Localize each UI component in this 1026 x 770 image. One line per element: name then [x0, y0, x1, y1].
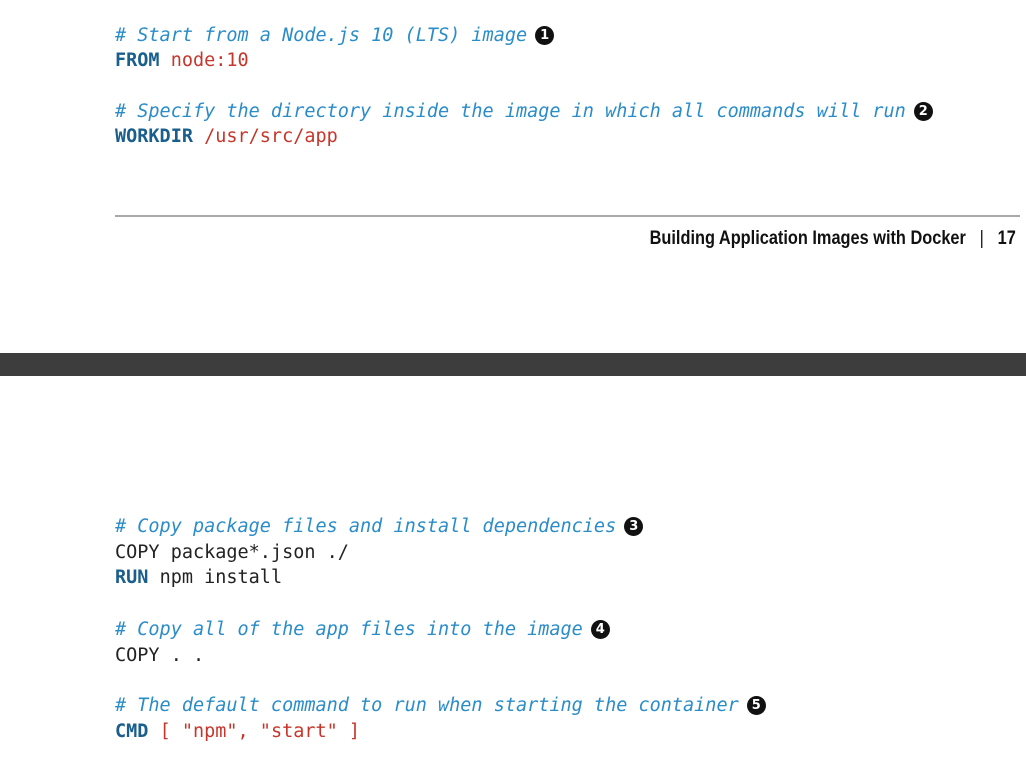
footer-title: Building Application Images with Docker — [649, 228, 967, 249]
running-footer: Building Application Images with Docker |… — [650, 228, 1016, 250]
instruction-argument: /usr/src/app — [204, 126, 338, 147]
code-line: FROM node:10 — [115, 49, 249, 73]
dockerfile-keyword: FROM — [115, 50, 160, 71]
callout-marker: 3 — [624, 517, 644, 536]
dockerfile-keyword: CMD — [115, 721, 149, 742]
code-line: COPY package*.json ./ — [115, 541, 349, 565]
code-line: COPY . . — [115, 644, 204, 668]
callout-marker: 4 — [590, 620, 610, 639]
page-break-bar — [0, 353, 1026, 376]
instruction-text: npm install — [159, 567, 283, 588]
code-comment: # The default command to run when starti… — [115, 695, 739, 716]
footer-separator: | — [979, 228, 985, 249]
callout-marker: 2 — [913, 102, 933, 121]
page-number: 17 — [997, 228, 1016, 249]
code-comment-line: # Specify the directory inside the image… — [115, 100, 933, 124]
code-line: WORKDIR /usr/src/app — [115, 125, 338, 149]
code-comment: # Copy all of the app files into the ima… — [115, 619, 583, 640]
code-comment-line: # Copy all of the app files into the ima… — [115, 618, 610, 642]
instruction-argument: node:10 — [170, 50, 249, 71]
dockerfile-keyword: RUN — [115, 567, 149, 588]
instruction-text: COPY package*.json ./ — [115, 542, 349, 563]
dockerfile-keyword: WORKDIR — [115, 126, 193, 147]
code-line: CMD [ "npm", "start" ] — [115, 720, 360, 744]
callout-marker: 5 — [746, 696, 766, 715]
footer-rule — [115, 215, 1020, 217]
code-comment-line: # Copy package files and install depende… — [115, 515, 644, 539]
code-line: RUN npm install — [115, 566, 282, 590]
code-comment: # Start from a Node.js 10 (LTS) image — [115, 25, 528, 46]
instruction-text: COPY . . — [115, 645, 205, 666]
code-comment-line: # The default command to run when starti… — [115, 694, 766, 718]
instruction-argument: [ "npm", "start" ] — [159, 721, 361, 742]
code-comment: # Specify the directory inside the image… — [115, 101, 906, 122]
callout-marker: 1 — [535, 26, 555, 45]
code-comment: # Copy package files and install depende… — [115, 516, 617, 537]
code-comment-line: # Start from a Node.js 10 (LTS) image 1 — [115, 24, 555, 48]
